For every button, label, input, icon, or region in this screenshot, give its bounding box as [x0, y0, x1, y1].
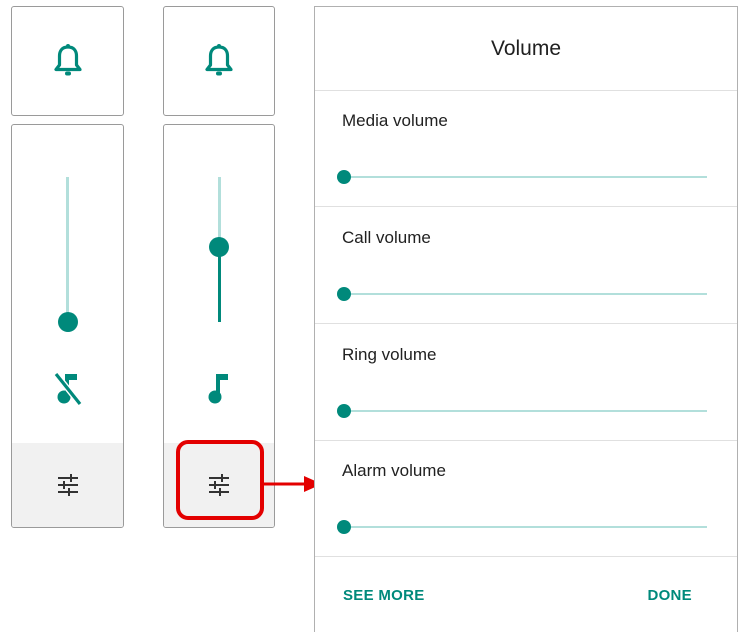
bell-icon[interactable]	[53, 44, 83, 78]
vertical-slider-thumb[interactable]	[209, 237, 229, 257]
music-note-icon[interactable]	[203, 371, 235, 407]
call-volume-row: Call volume	[315, 207, 737, 324]
media-volume-row: Media volume	[315, 90, 737, 207]
ring-volume-row: Ring volume	[315, 324, 737, 441]
vertical-slider-track[interactable]	[66, 177, 69, 322]
music-note-off-icon[interactable]	[52, 371, 84, 407]
settings-area[interactable]	[12, 443, 123, 527]
vertical-slider-thumb[interactable]	[57, 312, 78, 332]
alarm-volume-slider[interactable]	[344, 526, 707, 528]
media-volume-thumb[interactable]	[337, 170, 351, 184]
call-volume-thumb[interactable]	[337, 287, 351, 301]
alarm-volume-thumb[interactable]	[337, 520, 351, 534]
see-more-button[interactable]: SEE MORE	[343, 587, 425, 604]
done-button[interactable]: DONE	[647, 587, 692, 604]
call-volume-slider[interactable]	[344, 293, 707, 295]
dialog-title: Volume	[315, 7, 737, 91]
alarm-volume-label: Alarm volume	[342, 461, 446, 480]
ring-volume-thumb[interactable]	[337, 404, 351, 418]
media-volume-slider[interactable]	[344, 176, 707, 178]
tune-icon[interactable]	[57, 474, 79, 496]
volume-slider-panel-a	[11, 124, 124, 528]
bell-icon[interactable]	[204, 44, 234, 78]
call-volume-label: Call volume	[342, 228, 431, 247]
bell-panel-b[interactable]	[163, 6, 275, 116]
alarm-volume-row: Alarm volume	[315, 440, 737, 557]
arrow-right-icon	[262, 476, 322, 492]
media-volume-label: Media volume	[342, 111, 448, 130]
vertical-slider-fill	[217, 246, 221, 322]
volume-dialog: Volume Media volume Call volume Ring vol…	[314, 6, 738, 632]
ring-volume-slider[interactable]	[344, 410, 707, 412]
ring-volume-label: Ring volume	[342, 345, 437, 364]
highlight-box	[176, 440, 264, 520]
bell-panel-a[interactable]	[11, 6, 124, 116]
